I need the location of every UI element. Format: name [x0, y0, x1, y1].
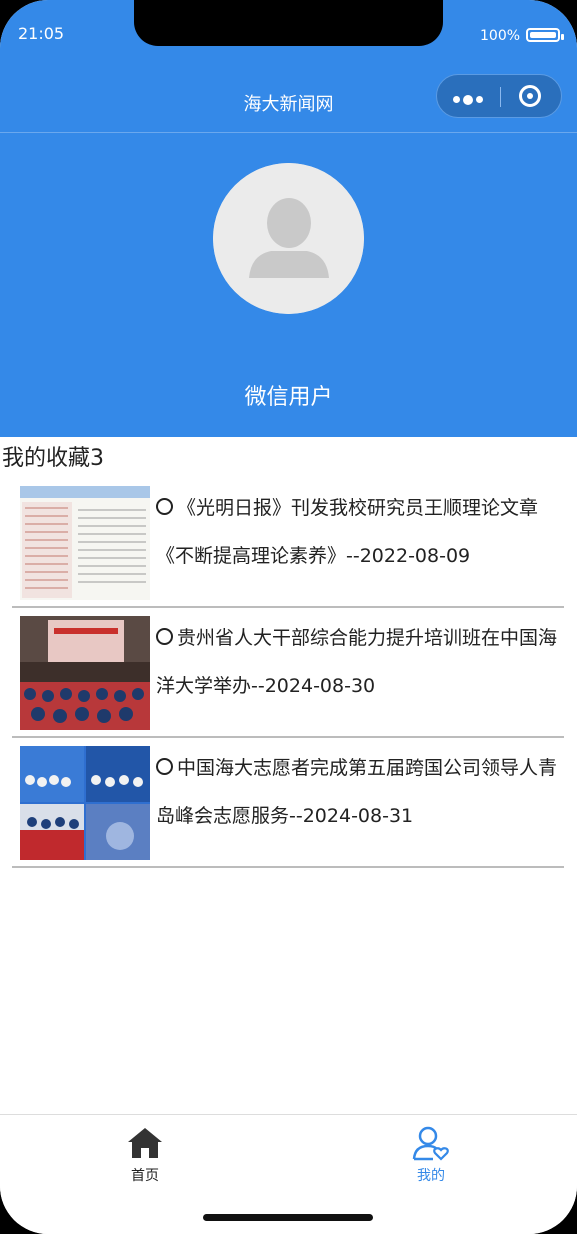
- list-item[interactable]: 中国海大志愿者完成第五届跨国公司领导人青岛峰会志愿服务--2024-08-31: [12, 738, 564, 868]
- list-item[interactable]: 贵州省人大干部综合能力提升培训班在中国海洋大学举办--2024-08-30: [12, 608, 564, 738]
- news-title-text: 中国海大志愿者完成第五届跨国公司领导人青岛峰会志愿服务--2024-08-31: [156, 757, 558, 827]
- profile-header: 微信用户: [0, 133, 577, 437]
- news-thumbnail: [20, 616, 150, 730]
- avatar[interactable]: [213, 163, 364, 314]
- bullet-icon: [156, 628, 173, 645]
- tab-mine-label: 我的: [417, 1168, 445, 1184]
- username: 微信用户: [244, 385, 333, 410]
- list-item[interactable]: 《光明日报》刊发我校研究员王顺理论文章《不断提高理论素养》--2022-08-0…: [12, 478, 564, 608]
- navigation-bar: 海大新闻网: [0, 68, 577, 133]
- tab-mine[interactable]: 我的: [391, 1125, 471, 1185]
- status-time: 21:05: [18, 24, 65, 43]
- user-heart-icon: [412, 1126, 449, 1161]
- news-title-text: 《光明日报》刊发我校研究员王顺理论文章《不断提高理论素养》--2022-08-0…: [156, 497, 539, 567]
- news-title: 《光明日报》刊发我校研究员王顺理论文章《不断提高理论素养》--2022-08-0…: [156, 484, 558, 580]
- more-options-icon[interactable]: [453, 89, 489, 105]
- bullet-icon: [156, 758, 173, 775]
- bullet-icon: [156, 498, 173, 515]
- battery-icon: [526, 28, 564, 42]
- phone-screen: 21:05 100% 海大新闻网 微信用户 我的收藏3 《光明日报》刊发我校研究…: [0, 0, 577, 1234]
- default-avatar-icon: [213, 163, 364, 314]
- status-bar: 21:05 100%: [0, 0, 577, 68]
- close-mini-program-icon[interactable]: [519, 85, 541, 107]
- news-title-text: 贵州省人大干部综合能力提升培训班在中国海洋大学举办--2024-08-30: [156, 627, 558, 697]
- favorites-heading: 我的收藏3: [2, 446, 104, 471]
- tab-home-label: 首页: [131, 1168, 159, 1184]
- home-indicator[interactable]: [203, 1214, 373, 1221]
- capsule-divider: [500, 87, 501, 107]
- battery-percentage: 100%: [480, 28, 521, 44]
- home-icon: [128, 1128, 162, 1158]
- favorites-list: 《光明日报》刊发我校研究员王顺理论文章《不断提高理论素养》--2022-08-0…: [12, 478, 564, 868]
- news-title: 贵州省人大干部综合能力提升培训班在中国海洋大学举办--2024-08-30: [156, 614, 558, 710]
- news-thumbnail: [20, 746, 150, 860]
- news-title: 中国海大志愿者完成第五届跨国公司领导人青岛峰会志愿服务--2024-08-31: [156, 744, 558, 840]
- tab-home[interactable]: 首页: [105, 1125, 185, 1185]
- mini-program-capsule: [436, 74, 562, 118]
- news-thumbnail: [20, 486, 150, 600]
- notch: [134, 0, 443, 46]
